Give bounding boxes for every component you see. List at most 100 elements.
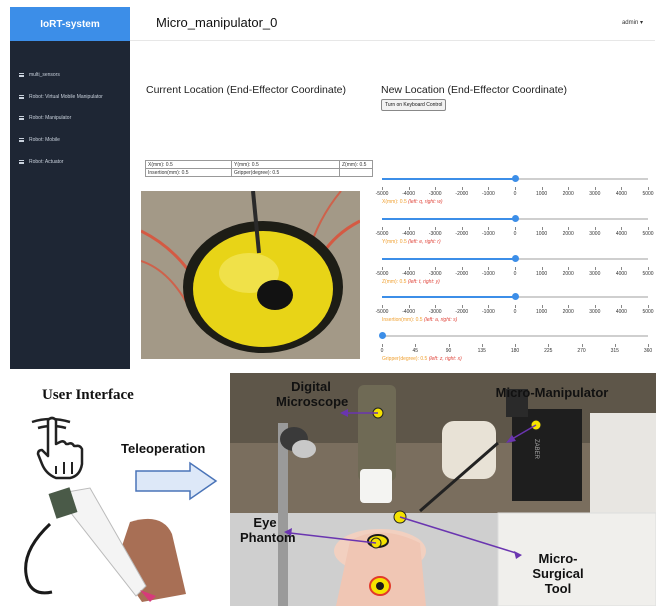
slider-thumb[interactable] [511,293,519,300]
slider-tick [648,344,649,347]
slider-track[interactable] [382,335,648,337]
slider-2[interactable]: -5000 -4000 -3000 -2000 -1000 0 1000 2000 3000 40… [376,252,654,288]
slider-tick-label: 360 [643,348,653,354]
slider-tick-label: 1000 [536,231,548,237]
slider-tick [481,344,483,347]
slider-tick [382,344,383,347]
slider-tick-label: 2000 [562,309,574,315]
current-location-table: X(mm): 0.5 Y(mm): 0.5 Z(mm): 0.5 Inserti… [145,160,373,177]
slider-tick-label: -4000 [402,271,415,277]
slider-key-hint: (left: q, right: w) [408,199,443,205]
sidebar-item-label: Robot: Mobile [29,137,60,143]
slider-tick-label: 1000 [536,271,548,277]
slider-value-text: X(mm): 0.5 [382,199,407,205]
user-menu[interactable]: admin ▾ [622,19,643,26]
slider-tick-label: 0 [513,271,517,277]
sidebar: IoRT-system multi_sensors Robot: Virtual… [10,7,130,369]
slider-fill [382,178,515,180]
slider-tick-label: -1000 [481,309,495,315]
slider-tick-label: -2000 [455,271,469,277]
slider-thumb[interactable] [511,175,519,182]
teleoperation-label: Teleoperation [121,441,206,456]
slider-tick-label: 5000 [642,231,654,237]
digital-microscope-label: Digital Microscope [276,379,349,409]
slider-tick-label: 1000 [536,309,548,315]
slider-tick-label: -3000 [428,309,442,315]
slider-value-label: Y(mm): 0.5 (left: e, right: r) [382,239,441,245]
slider-tick [581,344,583,347]
slider-tick-label: -4000 [402,309,415,315]
slider-tick [408,267,410,270]
slider-tick [648,267,649,270]
slider-tick [382,227,383,230]
slider-tick [408,305,410,308]
slider-key-hint: (left: e, right: r) [408,239,441,245]
stylus-device-image [24,487,186,602]
keyboard-control-button[interactable]: Turn on Keyboard Control [381,99,447,111]
new-location-title: New Location (End-Effector Coordinate) [381,84,567,96]
slider-tick-label: 0 [513,231,517,237]
hand-touch-icon [31,416,84,480]
slider-tick [515,344,516,347]
sidebar-item-actuator[interactable]: Robot: Actuator [19,159,63,165]
slider-4[interactable]: 0 45 90 135 180 225 270 315 360 Gripper(degree): … [378,329,652,365]
list-icon [19,138,24,142]
slider-tick-label: -2000 [455,231,469,237]
micro-manipulator-label: Micro-Manipulator [495,385,609,400]
device-label-text: ZABER [533,439,539,460]
sidebar-item-label: Robot: Virtual Mobile Manipulator [29,94,103,100]
slider-tick [621,267,623,270]
slider-tick-label: 2000 [562,271,574,277]
slider-tick-label: -4000 [402,231,415,237]
slider-key-hint: (left: t, right: y) [407,279,440,285]
slider-tick-label: 2000 [562,191,574,197]
slider-tick [408,227,410,230]
slider-tick [382,267,383,270]
slider-0[interactable]: -5000 -4000 -3000 -2000 -1000 0 1000 2000 3000 40… [376,172,654,208]
sidebar-item-mobile[interactable]: Robot: Mobile [19,137,60,143]
list-icon [19,160,24,164]
x-cell: X(mm): 0.5 [145,160,232,169]
slider-tick [461,267,463,270]
slider-tick [614,344,616,347]
slider-3[interactable]: -5000 -4000 -3000 -2000 -1000 0 1000 2000 3000 40… [376,290,654,326]
slider-fill [382,296,515,298]
slider-tick [594,187,596,190]
slider-tick-label: 0 [380,348,384,354]
slider-tick-label: 3000 [589,191,601,197]
slider-tick [568,267,570,270]
slider-tick [594,267,596,270]
z-cell: Z(mm): 0.5 [339,160,373,169]
microscope-view-image [141,191,360,359]
slider-tick-label: 3000 [589,271,601,277]
slider-tick-label: 3000 [589,231,601,237]
slider-thumb[interactable] [511,255,519,262]
sidebar-item-virtual-mobile-manipulator[interactable]: Robot: Virtual Mobile Manipulator [19,94,103,100]
list-icon [19,116,24,120]
slider-tick [594,305,596,308]
slider-tick-label: 270 [577,348,586,354]
slider-tick-label: 1000 [536,191,548,197]
slider-value-label: Z(mm): 0.5 (left: t, right: y) [382,279,440,285]
sidebar-item-manipulator[interactable]: Robot: Manipulator [19,115,71,121]
list-icon [19,95,24,99]
sidebar-item-label: Robot: Manipulator [29,115,72,121]
slider-tick [488,267,490,270]
slider-tick [435,227,437,230]
slider-tick-label: -1000 [481,271,495,277]
slider-tick-label: 0 [513,309,517,315]
slider-thumb[interactable] [378,332,386,339]
slider-1[interactable]: -5000 -4000 -3000 -2000 -1000 0 1000 2000 3000 40… [376,212,654,248]
slider-tick [515,305,516,308]
slider-value-label: Insertion(mm): 0.5 (left: a, right: s) [382,317,457,323]
slider-tick-label: 90 [445,348,452,354]
sidebar-item-multi-sensors[interactable]: multi_sensors [19,72,60,78]
insertion-cell: Insertion(mm): 0.5 [145,168,232,177]
slider-tick-label: 0 [513,191,517,197]
slider-tick [448,344,450,347]
slider-value-text: Z(mm): 0.5 [382,279,407,285]
sidebar-item-label: Robot: Actuator [29,159,64,165]
brand-logo[interactable]: IoRT-system [10,7,130,41]
slider-tick-label: -1000 [481,231,495,237]
slider-thumb[interactable] [511,215,519,222]
